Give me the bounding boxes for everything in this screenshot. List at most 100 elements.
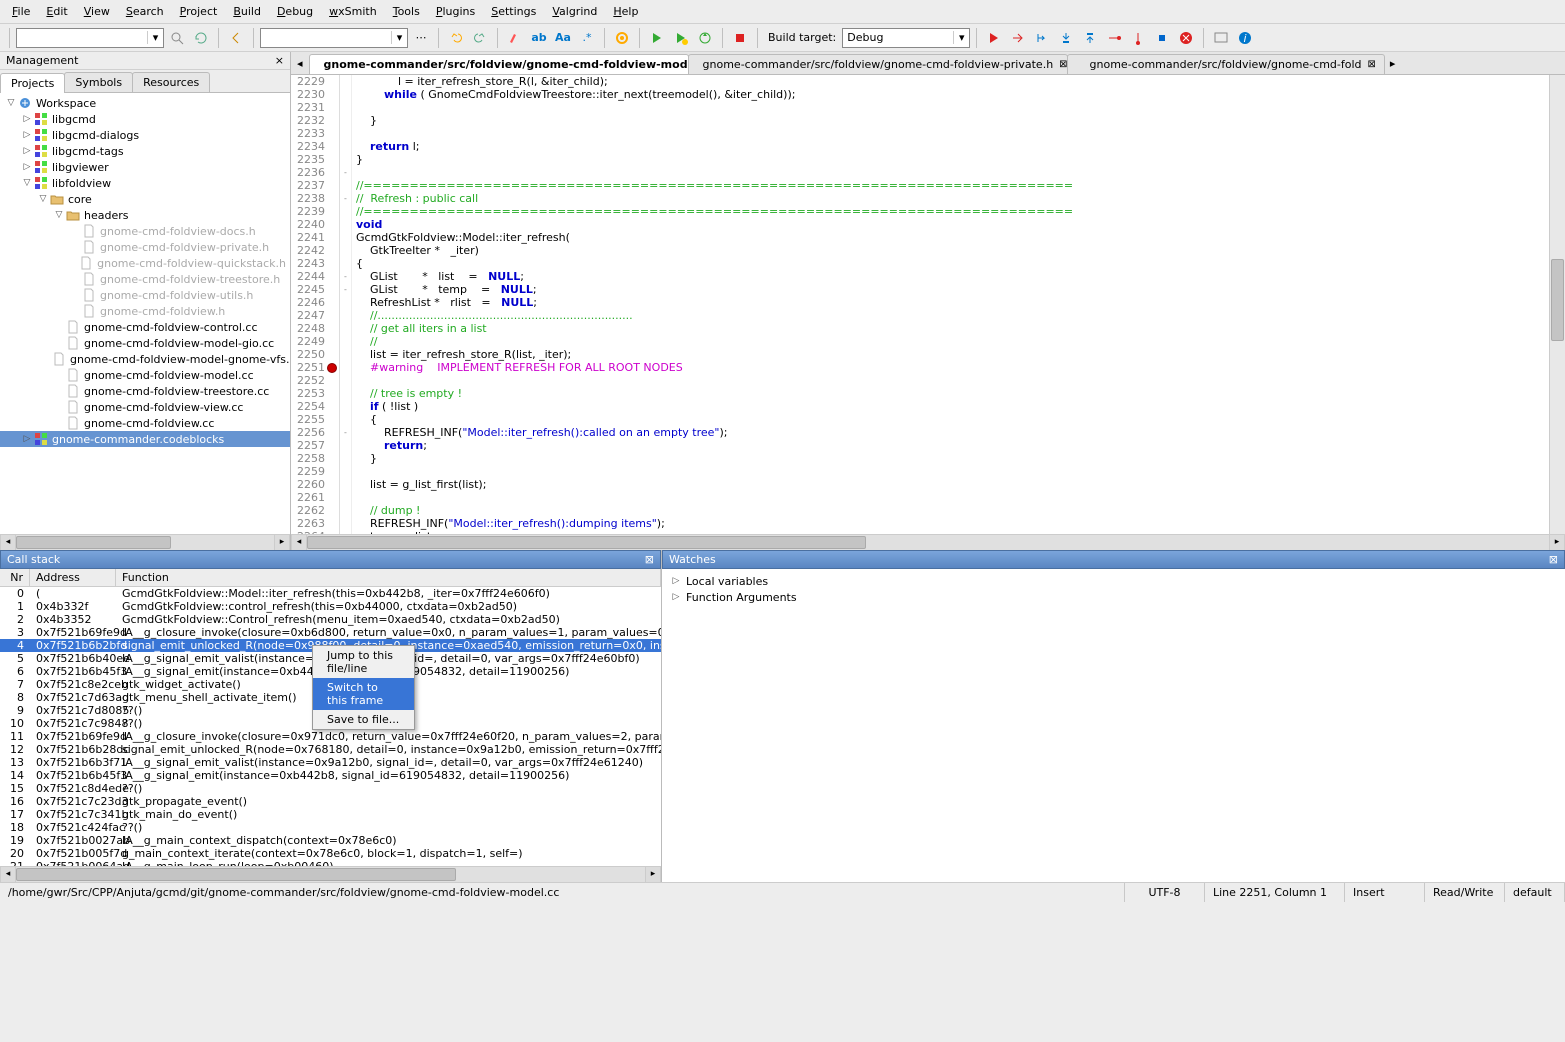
tab-next-icon[interactable]: ▸	[1384, 54, 1402, 74]
callstack-row[interactable]: 170x7f521c7c341bgtk_main_do_event()	[0, 808, 661, 821]
scroll-right-icon[interactable]: ▸	[1549, 535, 1565, 550]
menu-plugins[interactable]: Plugins	[428, 2, 483, 21]
line-number[interactable]: 2241	[297, 231, 325, 244]
fold-marker[interactable]	[340, 478, 351, 491]
editor-tab[interactable]: gnome-commander/src/foldview/gnome-cmd-f…	[688, 54, 1068, 74]
menu-tools[interactable]: Tools	[385, 2, 428, 21]
code-line[interactable]: REFRESH_INF("Model::iter_refresh():calle…	[356, 426, 1545, 439]
zoom-fit-icon[interactable]	[166, 27, 188, 49]
fold-marker[interactable]	[340, 335, 351, 348]
fold-marker[interactable]	[340, 504, 351, 517]
build-target-select[interactable]: ▾	[842, 28, 970, 48]
menu-item[interactable]: Jump to this file/line	[313, 646, 414, 678]
fold-marker[interactable]: -	[340, 166, 351, 179]
code-line[interactable]: //	[356, 335, 1545, 348]
menu-file[interactable]: File	[4, 2, 38, 21]
code-line[interactable]: }	[356, 114, 1545, 127]
line-number[interactable]: 2243	[297, 257, 325, 270]
tree-item[interactable]: ▽Workspace	[0, 95, 290, 111]
line-number[interactable]: 2263	[297, 517, 325, 530]
code-line[interactable]: REFRESH_INF("Model::iter_refresh():dumpi…	[356, 517, 1545, 530]
code-line[interactable]	[356, 374, 1545, 387]
chevron-down-icon[interactable]: ▾	[391, 31, 407, 44]
fold-marker[interactable]	[340, 465, 351, 478]
editor-body[interactable]: 2229223022312232223322342235223622372238…	[291, 75, 1565, 534]
callstack-row[interactable]: 30x7f521b69fe9dIA__g_closure_invoke(clos…	[0, 626, 661, 639]
options-icon[interactable]: ⋯	[410, 27, 432, 49]
callstack-row[interactable]: 180x7f521c424fac??()	[0, 821, 661, 834]
code-line[interactable]	[356, 491, 1545, 504]
code-line[interactable]: GList * list = NULL;	[356, 270, 1545, 283]
run-icon[interactable]	[646, 27, 668, 49]
code-line[interactable]: GcmdGtkFoldview::Model::iter_refresh(	[356, 231, 1545, 244]
menu-search[interactable]: Search	[118, 2, 172, 21]
tree-item[interactable]: gnome-cmd-foldview.cc	[0, 415, 290, 431]
regex-icon[interactable]: .*	[576, 27, 598, 49]
line-number[interactable]: 2257	[297, 439, 325, 452]
tree-item[interactable]: gnome-cmd-foldview-quickstack.h	[0, 255, 290, 271]
code-line[interactable]: //......................................…	[356, 309, 1545, 322]
step-out-icon[interactable]	[1079, 27, 1101, 49]
next-line-icon[interactable]	[1031, 27, 1053, 49]
callstack-row[interactable]: 20x4b3352GcmdGtkFoldview::Control_refres…	[0, 613, 661, 626]
chevron-down-icon[interactable]: ▾	[147, 31, 163, 44]
code-line[interactable]: if ( !list )	[356, 400, 1545, 413]
fold-marker[interactable]	[340, 140, 351, 153]
fold-marker[interactable]	[340, 452, 351, 465]
tree-item[interactable]: ▷gnome-commander.codeblocks	[0, 431, 290, 447]
redo-icon[interactable]	[469, 27, 491, 49]
line-number[interactable]: 2237	[297, 179, 325, 192]
callstack-row[interactable]: 0(GcmdGtkFoldview::Model::iter_refresh(t…	[0, 587, 661, 600]
fold-marker[interactable]	[340, 153, 351, 166]
fold-marker[interactable]	[340, 387, 351, 400]
line-number[interactable]: 2258	[297, 452, 325, 465]
code-line[interactable]: // Refresh : public call	[356, 192, 1545, 205]
line-number[interactable]: 2234	[297, 140, 325, 153]
menu-valgrind[interactable]: Valgrind	[544, 2, 605, 21]
fold-marker[interactable]	[340, 530, 351, 534]
watch-item[interactable]: ▷Function Arguments	[666, 589, 1561, 605]
tree-twisty[interactable]: ▷	[20, 434, 34, 444]
code-line[interactable]: }	[356, 452, 1545, 465]
tree-item[interactable]: gnome-cmd-foldview.h	[0, 303, 290, 319]
tree-hscroll[interactable]: ◂ ▸	[0, 534, 290, 550]
line-number[interactable]: 2260	[297, 478, 325, 491]
line-number[interactable]: 2239	[297, 205, 325, 218]
fold-marker[interactable]	[340, 244, 351, 257]
fold-marker[interactable]	[340, 348, 351, 361]
menu-view[interactable]: View	[76, 2, 118, 21]
fold-marker[interactable]: -	[340, 192, 351, 205]
callstack-row[interactable]: 110x7f521b69fe9dIA__g_closure_invoke(clo…	[0, 730, 661, 743]
code-line[interactable]: GtkTreeIter * _iter)	[356, 244, 1545, 257]
menu-item[interactable]: Switch to this frame	[313, 678, 414, 710]
close-icon[interactable]: ⊠	[645, 553, 654, 566]
fold-marker[interactable]	[340, 413, 351, 426]
fold-marker[interactable]	[340, 309, 351, 322]
menu-build[interactable]: Build	[225, 2, 269, 21]
code-line[interactable]: temp = list;	[356, 530, 1545, 534]
tree-item[interactable]: gnome-cmd-foldview-treestore.cc	[0, 383, 290, 399]
code-line[interactable]: l = iter_refresh_store_R(l, &iter_child)…	[356, 75, 1545, 88]
editor-tab[interactable]: gnome-commander/src/foldview/gnome-cmd-f…	[309, 54, 689, 74]
code-line[interactable]: {	[356, 413, 1545, 426]
callstack-row[interactable]: 130x7f521b6b3f71IA__g_signal_emit_valist…	[0, 756, 661, 769]
code-line[interactable]: {	[356, 257, 1545, 270]
scroll-right-icon[interactable]: ▸	[645, 867, 661, 882]
callstack-head[interactable]: Nr Address Function	[0, 569, 661, 587]
callstack-row[interactable]: 10x4b332fGcmdGtkFoldview::control_refres…	[0, 600, 661, 613]
fold-marker[interactable]	[340, 205, 351, 218]
callstack-hscroll[interactable]: ◂ ▸	[0, 866, 661, 882]
thread-prev-icon[interactable]	[225, 27, 247, 49]
line-number[interactable]: 2246	[297, 296, 325, 309]
tree-twisty[interactable]: ▷	[20, 130, 34, 140]
build-icon[interactable]	[611, 27, 633, 49]
highlight-icon[interactable]	[504, 27, 526, 49]
line-number[interactable]: 2240	[297, 218, 325, 231]
line-number[interactable]: 2254	[297, 400, 325, 413]
tab-symbols[interactable]: Symbols	[64, 72, 133, 92]
tree-item[interactable]: gnome-cmd-foldview-private.h	[0, 239, 290, 255]
close-icon[interactable]: ⊠	[1549, 553, 1558, 566]
code-line[interactable]: list = g_list_first(list);	[356, 478, 1545, 491]
menu-help[interactable]: Help	[605, 2, 646, 21]
fold-column[interactable]: -----	[340, 75, 352, 534]
